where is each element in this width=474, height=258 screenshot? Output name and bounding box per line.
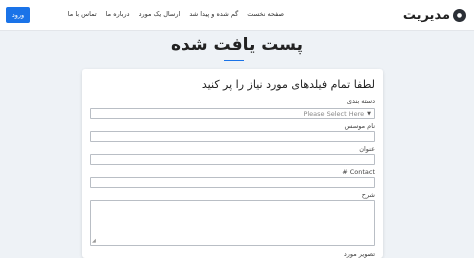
form-heading: لطفا تمام فیلدهای مورد نیاز را پر کنید [201,78,375,91]
nav-link-home[interactable]: صفحه نخست [247,10,284,18]
logo-icon: ● [453,8,466,22]
contact-label: Contact # [342,168,375,176]
name-input[interactable] [90,131,375,142]
page-title: پست یافت شده [171,35,303,55]
name-label: نام موسس [344,122,375,130]
form-card: لطفا تمام فیلدهای مورد نیاز را پر کنید د… [82,69,383,258]
navbar: ● مدیریت صفحه نخست گم شده و پیدا شد ارسا… [0,0,474,31]
brand[interactable]: ● مدیریت [403,6,466,24]
chevron-down-icon: ▼ [367,110,371,117]
nav-link-contact[interactable]: تماس با ما [68,10,97,18]
image-label: تصویر مورد [343,250,375,258]
category-placeholder: Please Select Here [303,109,365,118]
brand-name: مدیریت [402,7,450,23]
description-label: شرح [361,191,375,199]
title-divider [224,60,244,61]
category-select[interactable]: Please Select Here ▼ [90,108,375,119]
nav-link-lost-found[interactable]: گم شده و پیدا شد [189,10,238,18]
category-label: دسته بندی [346,97,375,105]
title-label: عنوان [359,145,375,153]
contact-input[interactable] [90,177,375,188]
resize-grip-icon[interactable]: ◢ [92,238,96,244]
login-button[interactable]: ورود [6,7,30,23]
nav-link-post-item[interactable]: ارسال یک مورد [139,10,181,18]
nav-link-about[interactable]: درباره ما [106,10,130,18]
title-input[interactable] [90,154,375,165]
nav-links: صفحه نخست گم شده و پیدا شد ارسال یک مورد… [68,10,284,18]
description-textarea[interactable]: ◢ [90,200,375,246]
